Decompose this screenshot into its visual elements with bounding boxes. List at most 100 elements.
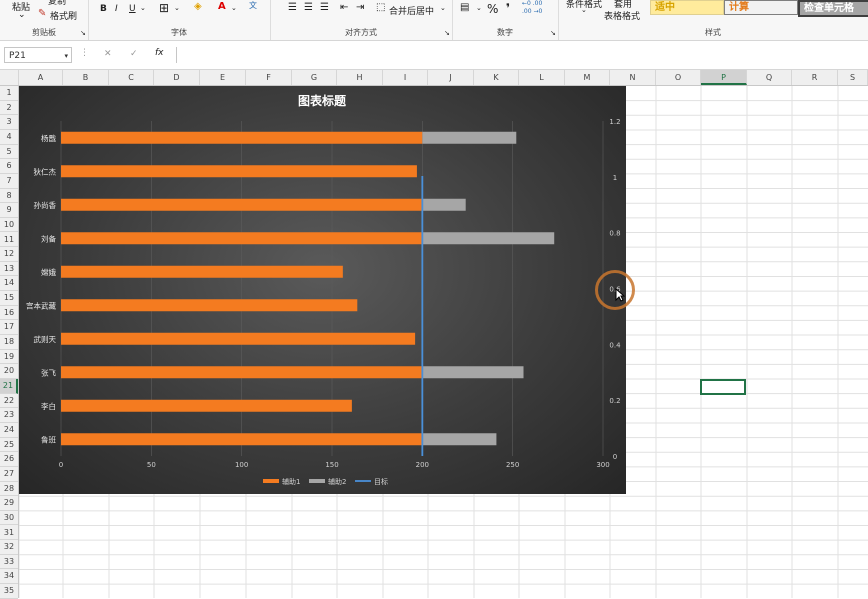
number-launcher-icon[interactable]: ↘ — [550, 29, 556, 37]
row-header-13[interactable]: 13 — [0, 262, 18, 277]
row-header-30[interactable]: 30 — [0, 511, 18, 526]
column-header-O[interactable]: O — [656, 70, 701, 85]
column-header-J[interactable]: J — [428, 70, 474, 85]
row-header-5[interactable]: 5 — [0, 145, 18, 160]
bold-button[interactable]: B — [100, 4, 107, 14]
row-header-11[interactable]: 11 — [0, 233, 18, 248]
clipboard-launcher-icon[interactable]: ↘ — [80, 29, 86, 37]
align-left-icon[interactable]: ☰ — [288, 2, 297, 13]
column-header-G[interactable]: G — [292, 70, 337, 85]
copy-button[interactable]: 复制 — [48, 0, 66, 7]
row-header-1[interactable]: 1 — [0, 86, 18, 101]
row-header-26[interactable]: 26 — [0, 452, 18, 467]
increase-decimal-button[interactable]: ←0 .00 — [522, 0, 542, 7]
bar-aux1-4[interactable] — [61, 265, 343, 278]
underline-button[interactable]: U — [129, 4, 136, 14]
borders-icon[interactable]: ⊞ — [159, 1, 169, 15]
merge-center-button[interactable]: 合并后居中 — [389, 4, 434, 17]
row-header-4[interactable]: 4 — [0, 130, 18, 145]
merge-dropdown-icon[interactable]: ⌄ — [440, 4, 446, 12]
row-header-16[interactable]: 16 — [0, 306, 18, 321]
row-header-17[interactable]: 17 — [0, 320, 18, 336]
bar-aux2-9[interactable] — [422, 433, 497, 446]
row-header-6[interactable]: 6 — [0, 159, 18, 174]
column-header-H[interactable]: H — [337, 70, 383, 85]
decrease-decimal-button[interactable]: .00 →0 — [522, 8, 542, 15]
font-color-icon[interactable]: A — [218, 1, 226, 12]
row-header-15[interactable]: 15 — [0, 291, 18, 306]
bar-aux1-0[interactable] — [61, 131, 423, 144]
bar-aux1-2[interactable] — [61, 198, 423, 211]
column-header-L[interactable]: L — [519, 70, 565, 85]
column-header-B[interactable]: B — [63, 70, 109, 85]
formula-input[interactable] — [176, 47, 868, 63]
row-header-18[interactable]: 18 — [0, 335, 18, 350]
bar-aux1-8[interactable] — [61, 399, 352, 412]
column-header-I[interactable]: I — [383, 70, 428, 85]
row-header-29[interactable]: 29 — [0, 496, 18, 511]
row-header-19[interactable]: 19 — [0, 350, 18, 365]
accounting-format-icon[interactable]: ▤ — [460, 2, 469, 13]
column-header-Q[interactable]: Q — [747, 70, 792, 85]
phonetic-icon[interactable]: 文 — [249, 0, 257, 11]
row-header-8[interactable]: 8 — [0, 189, 18, 204]
column-header-P[interactable]: P — [701, 70, 747, 85]
align-right-icon[interactable]: ☰ — [320, 2, 329, 13]
format-painter-button[interactable]: 格式刷 — [50, 9, 77, 22]
font-color-dropdown-icon[interactable]: ⌄ — [231, 4, 237, 12]
column-header-C[interactable]: C — [109, 70, 154, 85]
percent-button[interactable]: % — [487, 2, 498, 16]
increase-indent-icon[interactable]: ⇥ — [356, 2, 364, 13]
insert-function-button[interactable]: fx — [155, 48, 164, 58]
chart-canvas[interactable]: 图表标题 0 50 100 150 200 250 30000.20.40.60.811.2… — [19, 86, 626, 494]
bar-aux2-0[interactable] — [422, 131, 517, 144]
alignment-launcher-icon[interactable]: ↘ — [444, 29, 450, 37]
row-header-20[interactable]: 20 — [0, 364, 18, 379]
column-header-S[interactable]: S — [838, 70, 868, 85]
row-header-23[interactable]: 23 — [0, 408, 18, 423]
bar-aux2-7[interactable] — [422, 366, 524, 379]
bar-aux1-7[interactable] — [61, 366, 423, 379]
align-center-icon[interactable]: ☰ — [304, 2, 313, 13]
row-header-24[interactable]: 24 — [0, 423, 18, 438]
column-header-E[interactable]: E — [200, 70, 246, 85]
column-header-A[interactable]: A — [19, 70, 63, 85]
row-header-22[interactable]: 22 — [0, 394, 18, 409]
row-header-12[interactable]: 12 — [0, 247, 18, 262]
borders-dropdown-icon[interactable]: ⌄ — [174, 4, 180, 12]
row-header-25[interactable]: 25 — [0, 438, 18, 453]
column-header-K[interactable]: K — [474, 70, 519, 85]
active-cell-P21[interactable] — [700, 379, 746, 395]
row-header-31[interactable]: 31 — [0, 526, 18, 541]
name-box-dropdown-icon[interactable]: ▾ — [64, 48, 68, 64]
column-header-D[interactable]: D — [154, 70, 200, 85]
row-header-9[interactable]: 9 — [0, 203, 18, 218]
comma-button[interactable]: ❜ — [506, 1, 510, 15]
chart-title[interactable]: 图表标题 — [298, 93, 347, 108]
column-header-M[interactable]: M — [565, 70, 610, 85]
row-header-3[interactable]: 3 — [0, 115, 18, 130]
row-header-2[interactable]: 2 — [0, 101, 18, 116]
column-header-R[interactable]: R — [792, 70, 838, 85]
bar-aux1-1[interactable] — [61, 165, 417, 178]
select-all-corner[interactable] — [0, 70, 19, 85]
row-header-7[interactable]: 7 — [0, 174, 18, 189]
merge-center-icon[interactable]: ⬚ — [376, 2, 385, 13]
conditional-format-dropdown-icon[interactable]: ⌄ — [581, 6, 587, 14]
row-header-28[interactable]: 28 — [0, 482, 18, 497]
fill-color-icon[interactable]: ◈ — [194, 1, 202, 12]
row-header-10[interactable]: 10 — [0, 218, 18, 233]
bar-aux2-2[interactable] — [422, 198, 466, 211]
underline-dropdown-icon[interactable]: ⌄ — [140, 4, 146, 12]
enter-button[interactable]: ✓ — [130, 49, 138, 59]
paste-dropdown-icon[interactable]: ⌄ — [18, 10, 26, 20]
cancel-button[interactable]: ✕ — [104, 49, 112, 59]
row-header-34[interactable]: 34 — [0, 569, 18, 585]
italic-button[interactable]: I — [115, 4, 118, 14]
row-header-32[interactable]: 32 — [0, 540, 18, 555]
table-format-button[interactable]: 表格格式 — [604, 9, 640, 22]
bar-aux1-3[interactable] — [61, 232, 423, 245]
row-header-27[interactable]: 27 — [0, 467, 18, 482]
accounting-dropdown-icon[interactable]: ⌄ — [476, 4, 482, 12]
bar-chart[interactable]: 图表标题 0 50 100 150 200 250 300 0 0.2 0.4 0.6 0.8 1 1.2… — [19, 86, 626, 494]
